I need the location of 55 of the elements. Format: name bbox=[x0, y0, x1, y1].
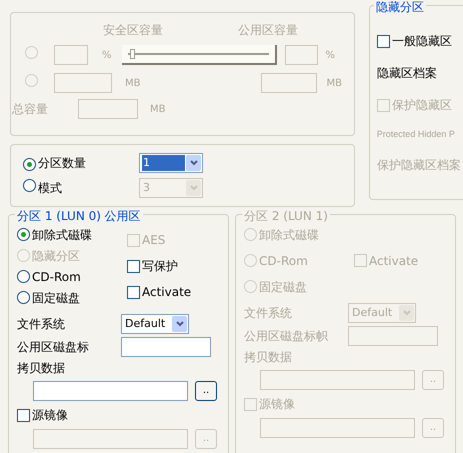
radio-button[interactable] bbox=[17, 291, 30, 304]
checkbox-label: 写保护 bbox=[142, 258, 178, 275]
checkbox-label: Activate bbox=[369, 252, 418, 270]
radio-button[interactable] bbox=[23, 158, 36, 171]
checkbox-label: 保护隐藏区 bbox=[392, 97, 452, 114]
radio-label: CD-Rom bbox=[259, 252, 308, 270]
radio-label: 卸除式磁碟 bbox=[32, 226, 92, 244]
chevron-down-icon bbox=[172, 316, 187, 332]
checkbox-label: 源镜像 bbox=[32, 407, 68, 424]
checkbox-label: 一般隐藏区 bbox=[392, 33, 452, 50]
protected-name-label: Protected Hidden P bbox=[376, 128, 456, 141]
dropdown[interactable]: 1 bbox=[139, 153, 203, 173]
option-label: 模式 bbox=[38, 180, 63, 197]
unit-label: MB bbox=[326, 76, 342, 90]
protect-profile-label: 保护隐藏区档案 bbox=[376, 156, 462, 174]
checkbox-label: AES bbox=[142, 232, 166, 249]
chevron-down-icon bbox=[399, 305, 414, 321]
checkbox[interactable] bbox=[17, 408, 30, 422]
browse-button[interactable]: .. bbox=[195, 429, 217, 449]
file-system-label: 文件系统 bbox=[244, 305, 293, 322]
input-field[interactable] bbox=[33, 381, 188, 401]
group-title: 分区 2 (LUN 1) bbox=[242, 207, 330, 225]
option-label: 分区数量 bbox=[38, 155, 87, 172]
radio-label: CD-Rom bbox=[32, 268, 81, 286]
checkbox-label: 源镜像 bbox=[259, 396, 295, 413]
group-title: 隐藏分区 bbox=[374, 0, 426, 16]
radio-label: 固定磁盘 bbox=[259, 278, 307, 296]
public-capacity-label: 公用区容量 bbox=[238, 22, 298, 39]
checkbox[interactable] bbox=[376, 34, 390, 48]
copy-data-label: 拷贝数据 bbox=[17, 360, 66, 377]
checkbox[interactable] bbox=[127, 286, 140, 298]
input-field[interactable] bbox=[121, 337, 211, 357]
copy-data-label: 拷贝数据 bbox=[244, 349, 293, 366]
browse-button[interactable]: .. bbox=[195, 381, 217, 401]
file-system-label: 文件系统 bbox=[17, 316, 66, 333]
checkbox-label: Activate bbox=[142, 284, 192, 301]
secure-capacity-label: 安全区容量 bbox=[103, 22, 163, 39]
unit-label: % bbox=[102, 48, 112, 62]
chevron-down-icon bbox=[186, 155, 201, 171]
unit-label: % bbox=[326, 48, 336, 62]
dropdown[interactable]: Default bbox=[121, 314, 189, 334]
group-title: 分区 1 (LUN 0) 公用区 bbox=[15, 207, 143, 225]
volume-label: 公用区磁盘标帜 bbox=[244, 328, 329, 345]
radio-button[interactable] bbox=[17, 270, 30, 283]
profile-label: 隐藏区档案 bbox=[376, 65, 438, 82]
radio-button[interactable] bbox=[17, 228, 30, 241]
checkbox[interactable] bbox=[127, 260, 140, 272]
radio-label: 固定磁盘 bbox=[32, 290, 80, 306]
radio-label: 卸除式磁碟 bbox=[259, 226, 319, 244]
chevron-down-icon bbox=[186, 180, 201, 196]
unit-label: MB bbox=[150, 102, 166, 116]
volume-label: 公用区磁盘标 bbox=[17, 339, 90, 356]
total-capacity-label: 总容量 bbox=[12, 101, 48, 118]
unit-label: MB bbox=[125, 76, 140, 90]
radio-label: 隐藏分区 bbox=[32, 248, 80, 264]
